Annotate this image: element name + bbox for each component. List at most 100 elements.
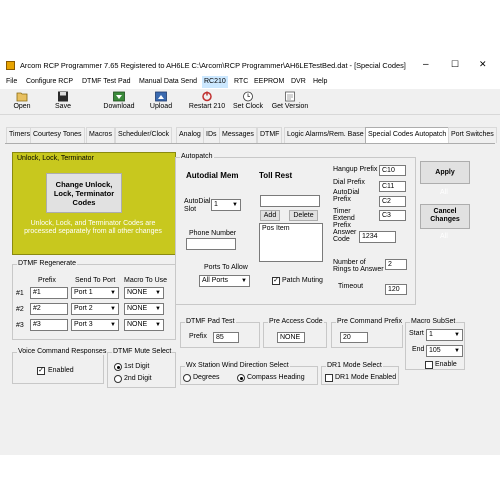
dial-prefix-label: Dial Prefix: [333, 179, 365, 186]
macro-enable-checkbox[interactable]: [425, 361, 433, 369]
hangup-prefix-input[interactable]: C10: [379, 165, 406, 176]
macro-enable-label: Enable: [435, 361, 457, 368]
menu-file[interactable]: File: [6, 78, 17, 85]
pre-command-prefix-input[interactable]: 20: [340, 332, 368, 343]
macro-start-label: Start: [409, 330, 424, 337]
minimize-icon[interactable]: –: [423, 59, 429, 70]
ports-allow-select[interactable]: All Ports ▼: [199, 275, 250, 287]
dial-prefix-input[interactable]: C11: [379, 181, 406, 192]
regen-macro-value: NONE: [127, 321, 148, 328]
restart-210-button[interactable]: Restart 210: [186, 89, 228, 114]
open-button[interactable]: Open: [8, 89, 36, 114]
timeout-label: Timeout: [338, 283, 364, 290]
menu-dvr[interactable]: DVR: [291, 78, 306, 85]
regen-port-select[interactable]: Port 1 ▼: [71, 287, 119, 299]
mute-first-digit-radio[interactable]: [114, 363, 122, 371]
version-icon: [284, 91, 296, 102]
change-lock-codes-button[interactable]: Change Unlock, Lock, Terminator Codes: [46, 173, 122, 213]
regen-prefix-input[interactable]: #2: [30, 303, 68, 315]
close-icon[interactable]: ✕: [479, 59, 487, 70]
toll-add-button[interactable]: Add: [260, 210, 280, 221]
set-clock-button[interactable]: Set Clock: [231, 89, 265, 114]
hangup-prefix-label: Hangup Prefix: [333, 166, 378, 173]
timeout-input[interactable]: 120: [385, 284, 407, 295]
phone-number-label: Phone Number: [189, 230, 237, 237]
menu-manual-data-send[interactable]: Manual Data Send: [139, 78, 197, 85]
cancel-changes-button[interactable]: Cancel Changes: [420, 204, 470, 229]
tab-macros[interactable]: Macros: [86, 127, 115, 143]
patch-muting-checkbox[interactable]: ✓: [272, 277, 280, 285]
tab-bar: Timers Courtesy Tones Macros Scheduler/C…: [0, 127, 500, 143]
save-button[interactable]: Save: [50, 89, 76, 114]
tab-dtmf[interactable]: DTMF: [257, 127, 283, 143]
tab-logic-alarms[interactable]: Logic Alarms/Rem. Base: [284, 127, 367, 143]
regen-macro-select[interactable]: NONE ▼: [124, 303, 164, 315]
macro-start-select[interactable]: 1 ▼: [426, 329, 463, 341]
chevron-down-icon: ▼: [454, 348, 460, 354]
toll-rest-title: Toll Rest: [259, 171, 293, 180]
timer-extend-prefix-label: Timer Extend Prefix: [333, 208, 355, 229]
menu-dtmf-test-pad[interactable]: DTMF Test Pad: [82, 78, 131, 85]
menu-eeprom[interactable]: EEPROM: [254, 78, 284, 85]
regen-port-value: Port 2: [74, 305, 93, 312]
ports-allow-value: All Ports: [202, 277, 229, 284]
menu-bar: File Configure RCP DTMF Test Pad Manual …: [0, 76, 500, 89]
tab-ids[interactable]: IDs: [203, 127, 220, 143]
apply-scope-label: All: [440, 189, 448, 196]
tab-port-switches[interactable]: Port Switches: [448, 127, 497, 143]
folder-open-icon: [16, 91, 28, 102]
wx-station-group: Wx Station Wind Direction Select Degrees…: [180, 362, 318, 385]
regen-macro-value: NONE: [127, 305, 148, 312]
macro-end-select[interactable]: 105 ▼: [426, 345, 463, 357]
tab-courtesy-tones[interactable]: Courtesy Tones: [30, 127, 85, 143]
regen-port-select[interactable]: Port 3 ▼: [71, 319, 119, 331]
regen-macro-select[interactable]: NONE ▼: [124, 287, 164, 299]
tab-scheduler-clock[interactable]: Scheduler/Clock: [115, 127, 172, 143]
upload-button[interactable]: Upload: [146, 89, 176, 114]
pre-command-prefix-title: Pre Command Prefix: [336, 318, 403, 325]
maximize-icon[interactable]: ☐: [451, 59, 459, 70]
tab-special-codes-autopatch[interactable]: Special Codes Autopatch: [365, 127, 450, 143]
menu-rtc[interactable]: RTC: [234, 78, 248, 85]
download-button[interactable]: Download: [100, 89, 138, 114]
apply-button[interactable]: Apply: [420, 161, 470, 184]
save-label: Save: [55, 103, 71, 110]
regen-macro-select[interactable]: NONE ▼: [124, 319, 164, 331]
chevron-down-icon: ▼: [110, 290, 116, 296]
menu-configure-rcp[interactable]: Configure RCP: [26, 78, 73, 85]
ports-allow-label: Ports To Allow: [204, 264, 248, 271]
regen-port-select[interactable]: Port 2 ▼: [71, 303, 119, 315]
pre-access-code-input[interactable]: NONE: [277, 332, 305, 343]
toll-delete-button[interactable]: Delete: [289, 210, 318, 221]
special-codes-panel: Unlock, Lock, Terminator Change Unlock, …: [5, 143, 495, 393]
chevron-down-icon: ▼: [241, 278, 247, 284]
autodial-prefix-input[interactable]: C2: [379, 196, 406, 207]
tab-messages[interactable]: Messages: [219, 127, 257, 143]
change-lock-codes-label: Change Unlock, Lock, Terminator Codes: [53, 180, 115, 207]
toll-rest-input[interactable]: [260, 195, 320, 207]
menu-help[interactable]: Help: [313, 78, 327, 85]
timer-extend-prefix-input[interactable]: C3: [379, 210, 406, 221]
wx-compass-radio[interactable]: [237, 374, 245, 382]
phone-number-input[interactable]: [186, 238, 236, 250]
rings-to-answer-input[interactable]: 2: [385, 259, 407, 270]
regen-prefix-input[interactable]: #1: [30, 287, 68, 299]
menu-rc210[interactable]: RC210: [202, 76, 228, 88]
floppy-disk-icon: [57, 91, 69, 102]
answer-code-label: Answer Code: [333, 229, 357, 243]
wx-degrees-radio[interactable]: [183, 374, 191, 382]
get-version-button[interactable]: Get Version: [270, 89, 310, 114]
dr1-mode-checkbox[interactable]: [325, 374, 333, 382]
answer-code-input[interactable]: 1234: [359, 231, 396, 243]
autodial-slot-select[interactable]: 1 ▼: [211, 199, 241, 211]
cancel-scope-label: All: [440, 233, 448, 240]
tab-analog[interactable]: Analog: [176, 127, 204, 143]
regen-prefix-input[interactable]: #3: [30, 319, 68, 331]
voice-enabled-checkbox[interactable]: ✓: [37, 367, 45, 375]
dtmf-pad-prefix-input[interactable]: 85: [213, 332, 239, 343]
get-version-label: Get Version: [271, 103, 309, 110]
wx-compass-label: Compass Heading: [247, 374, 305, 381]
set-clock-label: Set Clock: [233, 103, 263, 110]
toll-rest-list[interactable]: Pos Item: [259, 223, 323, 262]
mute-second-digit-radio[interactable]: [114, 375, 122, 383]
